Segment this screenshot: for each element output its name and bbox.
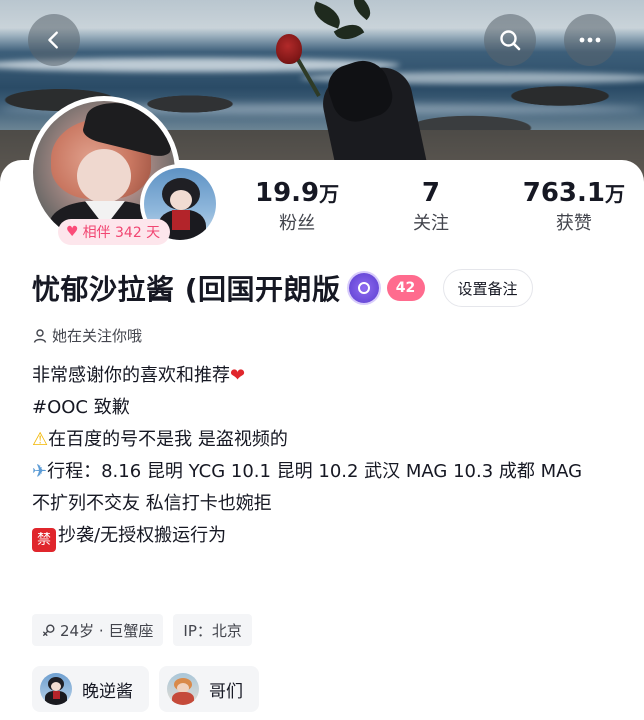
tag-text: 24岁 · 巨蟹座: [60, 621, 154, 640]
bio-line: ⚠在百度的号不是我 是盗视频的: [32, 424, 622, 456]
bio-line: ✈行程：8.16 昆明 YCG 10.1 昆明 10.2 武汉 MAG 10.3…: [32, 456, 622, 488]
stat-unit: 万: [605, 182, 625, 206]
bio-text: 行程：8.16 昆明 YCG 10.1 昆明 10.2 武汉 MAG 10.3 …: [47, 461, 583, 482]
tag-text: IP：北京: [183, 621, 242, 640]
follow-note: 她在关注你哦: [32, 325, 142, 346]
heart-icon: ♥: [66, 224, 79, 240]
bio-text: 在百度的号不是我 是盗视频的: [48, 429, 288, 450]
bio-text: #OOC 致歉: [32, 397, 130, 418]
stat-label: 粉丝: [279, 213, 316, 234]
friend-name: 哥们: [209, 681, 243, 702]
red-heart-icon: ❤: [230, 365, 246, 386]
companion-days-badge[interactable]: ♥ 相伴 342 天: [58, 219, 171, 245]
tag-age-zodiac[interactable]: 24岁 · 巨蟹座: [32, 614, 164, 646]
bio-line: 非常感谢你的喜欢和推荐❤: [32, 360, 622, 392]
name-row: 忧郁沙拉酱 (回国开朗版 42 设置备注: [32, 266, 632, 310]
person-icon: [33, 328, 47, 343]
stat-value: 7: [421, 178, 440, 208]
friend-name: 晚逆酱: [82, 681, 133, 702]
more-button[interactable]: [564, 14, 616, 66]
bio-line: #OOC 致歉: [32, 392, 622, 424]
stat-following[interactable]: 7 关注: [413, 176, 449, 237]
more-horizontal-icon: [579, 37, 601, 43]
set-remark-button[interactable]: 设置备注: [442, 269, 533, 307]
bio-line: 禁抄袭/无授权搬运行为: [32, 520, 622, 552]
prohibited-badge: 禁: [32, 528, 56, 552]
profile-tags: 24岁 · 巨蟹座 IP：北京: [32, 614, 252, 646]
bio-text: 不扩列不交友 私信打卡也婉拒: [32, 493, 272, 514]
stats-row: 19.9万 粉丝 7 关注 763.1万 获赞: [255, 176, 625, 237]
fan-level-value: 42: [395, 280, 416, 296]
bio-line: 不扩列不交友 私信打卡也婉拒: [32, 488, 622, 520]
friend-item[interactable]: 哥们: [159, 666, 259, 712]
stat-likes[interactable]: 763.1万 获赞: [523, 176, 625, 237]
stat-unit: 万: [319, 182, 340, 206]
fan-level-badge[interactable]: 42: [386, 275, 425, 301]
gender-icon: [43, 624, 55, 636]
chevron-left-icon: [48, 31, 58, 49]
bio-text: 非常感谢你的喜欢和推荐: [32, 365, 230, 386]
bio-text: 抄袭/无授权搬运行为: [58, 525, 227, 546]
stat-label: 关注: [412, 213, 449, 234]
level-badge-icon[interactable]: [348, 273, 379, 303]
friend-avatar: [167, 673, 199, 705]
profile-bio: 非常感谢你的喜欢和推荐❤ #OOC 致歉 ⚠在百度的号不是我 是盗视频的 ✈行程…: [32, 360, 622, 552]
friend-links: 晚逆酱 哥们: [32, 666, 259, 712]
profile-name: 忧郁沙拉酱 (回国开朗版: [32, 273, 341, 306]
friend-item[interactable]: 晚逆酱: [32, 666, 149, 712]
follow-note-text: 她在关注你哦: [52, 327, 143, 345]
friend-avatar: [40, 673, 72, 705]
banner-leaf: [309, 1, 345, 29]
companion-days-text: 相伴 342 天: [82, 225, 161, 241]
stat-value: 19.9: [255, 178, 320, 208]
stat-value: 763.1: [522, 178, 605, 208]
warning-icon: ⚠: [32, 429, 49, 450]
search-button[interactable]: [484, 14, 536, 66]
banner-leaf: [348, 0, 376, 21]
tag-ip-location[interactable]: IP：北京: [173, 614, 252, 646]
banner-rose: [276, 34, 302, 64]
stat-label: 获赞: [555, 213, 592, 234]
back-button[interactable]: [28, 14, 80, 66]
search-icon: [500, 30, 521, 51]
airplane-icon: ✈: [32, 461, 48, 482]
stat-followers[interactable]: 19.9万 粉丝: [255, 176, 339, 237]
